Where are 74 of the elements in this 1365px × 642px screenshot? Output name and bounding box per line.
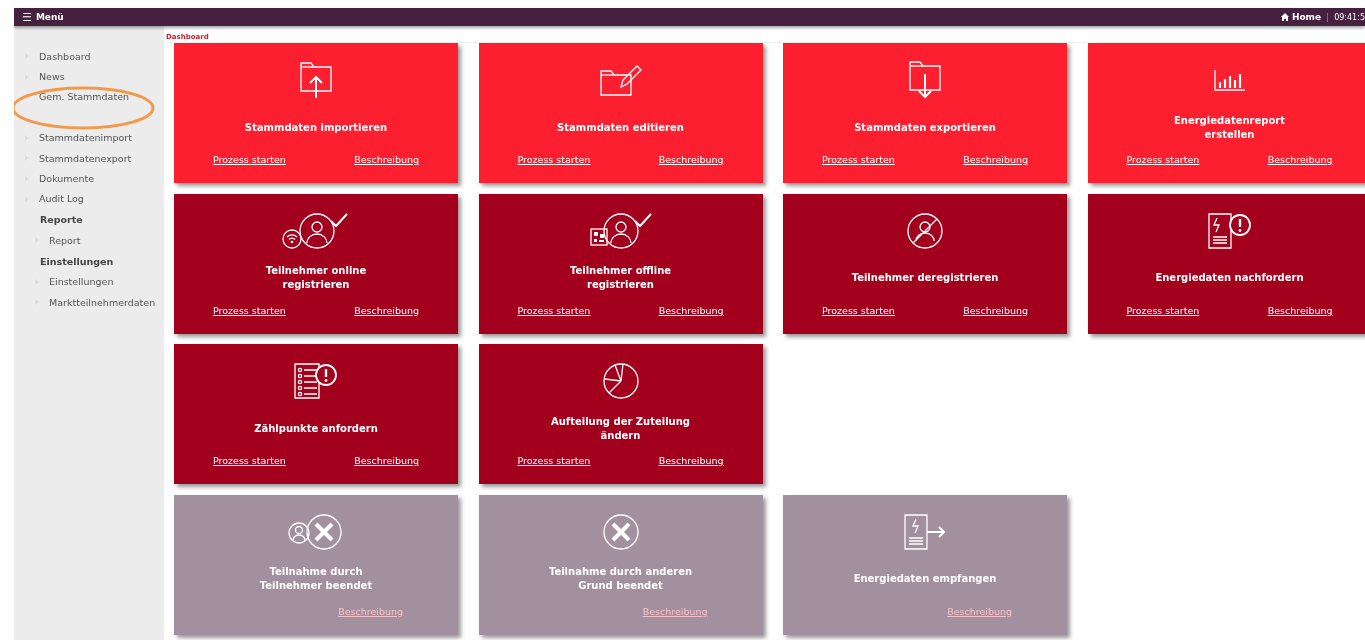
- tile-link[interactable]: Prozess starten: [1126, 304, 1200, 316]
- tile-link[interactable]: Prozess starten: [517, 304, 591, 316]
- section-heading: Reporte: [40, 214, 83, 226]
- tile-title: Zählpunkte anfordern: [254, 421, 378, 436]
- tile-title: Energiedatenreport erstellen: [1172, 113, 1287, 142]
- sidebar-item[interactable]: Einstellungen: [49, 276, 114, 288]
- tile-link[interactable]: Beschreibung: [658, 455, 724, 466]
- x-circle-icon: [601, 512, 640, 551]
- tile-title: Aufteilung der Zuteilung ändern: [549, 414, 691, 443]
- tile-title: Stammdaten exportieren: [854, 120, 996, 135]
- tile-title: Stammdaten importieren: [244, 120, 388, 135]
- document-alert-icon: [1206, 211, 1253, 250]
- tile-title: Teilnehmer online registrieren: [264, 264, 368, 292]
- folder-pencil-icon: [598, 63, 643, 97]
- tile-link[interactable]: Beschreibung: [354, 304, 419, 316]
- process-tile[interactable]: Teilnehmer deregistrieren Prozess starten Beschreibung: [783, 193, 1067, 334]
- home-icon[interactable]: [1280, 13, 1289, 21]
- tile-link[interactable]: Beschreibung: [354, 455, 419, 466]
- user-grid-check-icon: [588, 210, 653, 251]
- process-tile[interactable]: Energiedaten nachfordern Prozess starten Beschreibung: [1087, 193, 1365, 334]
- folder-download-icon: [908, 60, 942, 100]
- sidebar-item[interactable]: News: [39, 71, 65, 83]
- menu-icon[interactable]: ☰: [22, 10, 32, 24]
- user-crossed-icon: [906, 211, 944, 250]
- menu-label[interactable]: Menü: [35, 12, 64, 22]
- process-tile[interactable]: Stammdaten exportieren Prozess starten Beschreibung: [783, 43, 1067, 183]
- sidebar-item[interactable]: Dokumente: [39, 173, 95, 185]
- process-tile[interactable]: Stammdaten importieren Prozess starten Beschreibung: [174, 43, 458, 183]
- home-link[interactable]: Home: [1291, 12, 1322, 22]
- process-tile[interactable]: Teilnehmer online registrieren Prozess starten Beschreibung: [174, 193, 458, 334]
- tile-link[interactable]: Prozess starten: [517, 154, 591, 165]
- sidebar-item[interactable]: Report: [49, 234, 81, 246]
- tile-link[interactable]: Prozess starten: [1126, 154, 1200, 165]
- tile-title: Stammdaten editieren: [557, 120, 684, 135]
- process-tile[interactable]: Zählpunkte anfordern Prozess starten Beschreibung: [174, 344, 458, 484]
- list-alert-icon: [293, 362, 339, 400]
- tile-link[interactable]: Prozess starten: [213, 455, 286, 466]
- sidebar-item[interactable]: Stammdatenimport: [39, 132, 132, 144]
- sidebar-item[interactable]: Stammdatenexport: [39, 152, 132, 164]
- tile-link[interactable]: Prozess starten: [517, 455, 591, 466]
- section-heading: Einstellungen: [40, 255, 114, 267]
- tile-title: Energiedaten empfangen: [853, 572, 997, 586]
- tile-title: Teilnehmer offline registrieren: [568, 264, 673, 292]
- tile-link[interactable]: Beschreibung: [658, 154, 724, 165]
- tile-title: Teilnehmer deregistrieren: [851, 271, 999, 285]
- user-wifi-check-icon: [282, 210, 350, 251]
- bar-chart-icon: [1213, 69, 1246, 91]
- tile-link[interactable]: Beschreibung: [1267, 304, 1333, 316]
- tile-title: Energiedaten nachfordern: [1155, 271, 1304, 285]
- sidebar-item[interactable]: Audit Log: [39, 193, 84, 205]
- tile-link[interactable]: Prozess starten: [822, 154, 895, 165]
- pie-chart-icon: [601, 362, 640, 400]
- tile-title: Teilnahme durch anderen Grund beendet: [547, 565, 694, 593]
- tile-title: Teilnahme durch Teilnehmer beendet: [258, 565, 374, 593]
- sidebar-item[interactable]: Dashboard: [39, 50, 91, 62]
- process-tile[interactable]: Aufteilung der Zuteilung ändern Prozess starten Beschreibung: [478, 344, 763, 484]
- sidebar-item[interactable]: Gem. Stammdaten: [39, 91, 130, 103]
- tile-link[interactable]: Beschreibung: [658, 304, 724, 316]
- separator: |: [1326, 12, 1330, 22]
- tile-link[interactable]: Beschreibung: [354, 154, 419, 165]
- tile-link[interactable]: Beschreibung: [1267, 154, 1333, 165]
- tile-link[interactable]: Beschreibung: [963, 304, 1028, 316]
- process-tile[interactable]: Stammdaten editieren Prozess starten Beschreibung: [478, 43, 763, 183]
- user-x-icon: [288, 512, 344, 551]
- process-tile[interactable]: Energiedatenreport erstellen Prozess starten Beschreibung: [1087, 43, 1365, 183]
- process-tile[interactable]: Teilnehmer offline registrieren Prozess starten Beschreibung: [478, 193, 763, 334]
- folder-upload-icon: [299, 61, 333, 99]
- document-arrow-icon: [903, 512, 947, 551]
- tile-link[interactable]: Prozess starten: [213, 304, 286, 316]
- tile-link[interactable]: Prozess starten: [213, 154, 286, 165]
- sidebar-item[interactable]: Marktteilnehmerdaten: [49, 296, 156, 308]
- tile-link[interactable]: Prozess starten: [822, 304, 895, 316]
- tile-link[interactable]: Beschreibung: [963, 154, 1028, 165]
- clock-time: 09:41:5: [1334, 12, 1365, 22]
